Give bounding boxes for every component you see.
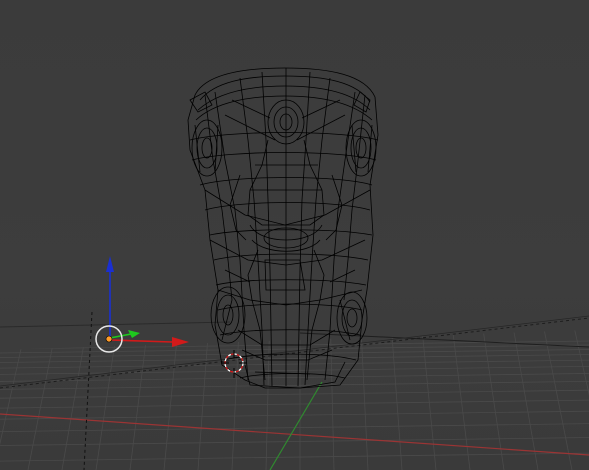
grid-line (0, 330, 28, 470)
grid-line (0, 437, 589, 446)
x-arrow-head[interactable] (172, 337, 189, 347)
translate-manipulator[interactable] (95, 256, 189, 353)
grid-line (0, 452, 589, 462)
relationship-line (83, 311, 93, 470)
grid-line (541, 330, 573, 470)
grid-line (0, 344, 589, 354)
grid-line (27, 330, 59, 470)
grid-line (0, 399, 589, 409)
grid-line (129, 330, 150, 470)
grid-line (572, 330, 589, 470)
grid-line (511, 330, 539, 470)
grid-line (0, 410, 589, 420)
z-arrow-head[interactable] (106, 256, 114, 272)
grid-line (420, 330, 437, 470)
3d-viewport[interactable] (0, 0, 589, 470)
grid-line (265, 330, 271, 470)
viewport-canvas[interactable] (0, 0, 589, 470)
grid-line (390, 330, 403, 470)
car-wireframe-model[interactable] (187, 67, 379, 389)
x-arrow[interactable] (109, 339, 173, 343)
grid-line (329, 330, 335, 470)
x-axis-line (0, 413, 589, 456)
grid-line (95, 330, 119, 470)
object-origin-dot[interactable] (105, 335, 113, 343)
grid-line (61, 330, 89, 470)
